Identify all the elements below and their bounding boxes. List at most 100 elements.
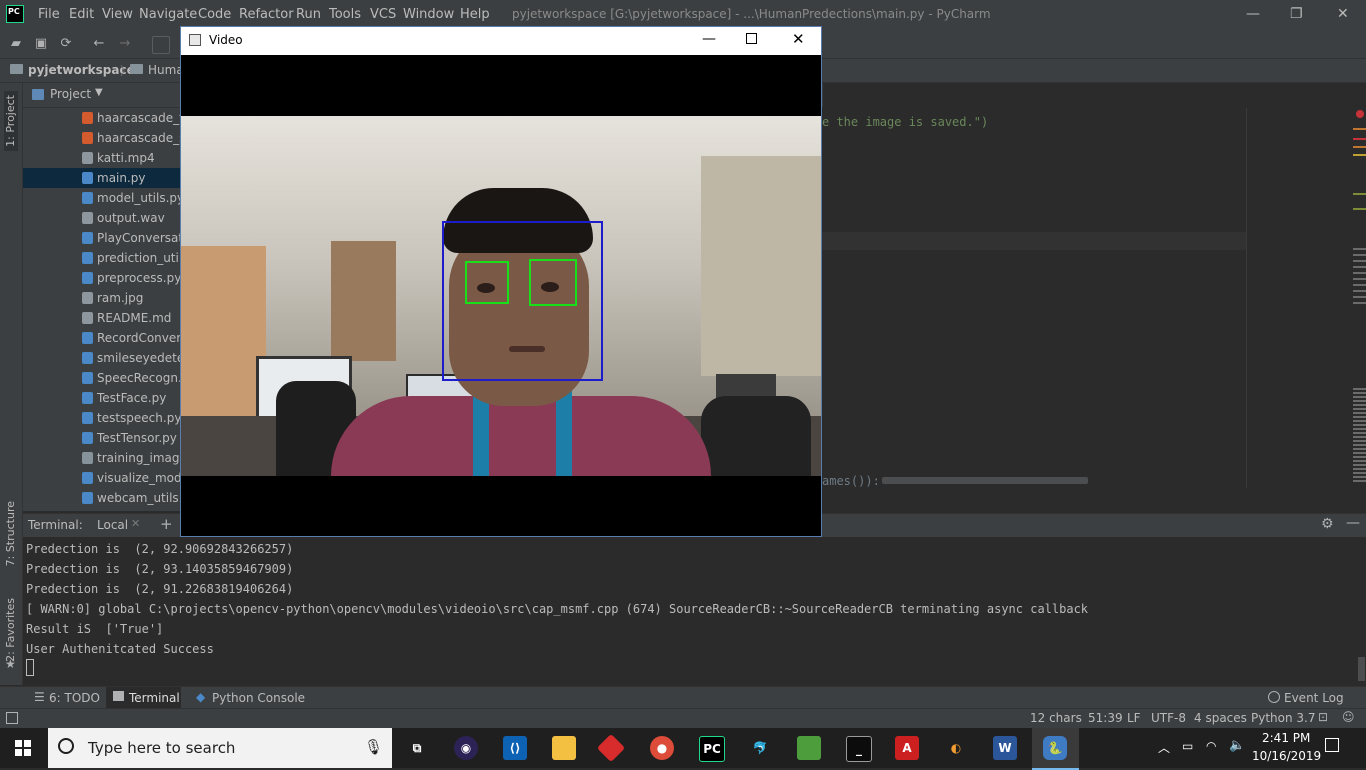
close-tab-icon[interactable]: ✕	[131, 517, 140, 530]
pycharm-icon[interactable]: PC	[699, 736, 725, 762]
close-icon[interactable]: ✕	[1337, 6, 1349, 22]
python-console-tab[interactable]: Python Console	[212, 691, 305, 705]
warning-marker[interactable]	[1353, 146, 1366, 148]
inspector-icon[interactable]: ☺	[1342, 710, 1355, 724]
open-folder-icon[interactable]: ▰	[8, 36, 24, 52]
breadcrumb-child[interactable]: Huma	[148, 63, 184, 77]
menu-refactor[interactable]: Refactor	[239, 7, 294, 22]
gear-icon[interactable]: ⚙	[1321, 516, 1334, 532]
add-terminal-icon[interactable]: +	[160, 515, 173, 533]
file-tree-item[interactable]: preprocess.py	[23, 268, 180, 288]
caret-position[interactable]: 51:39	[1088, 711, 1123, 725]
python-interpreter[interactable]: Python 3.7	[1251, 711, 1316, 725]
toggle-tool-windows-icon[interactable]	[6, 712, 18, 724]
file-tree-item[interactable]: training_images	[23, 448, 180, 468]
windows-start-icon[interactable]	[15, 740, 31, 756]
network-icon[interactable]: ▭	[1182, 739, 1193, 753]
menu-window[interactable]: Window	[403, 7, 454, 22]
project-tool-tab[interactable]: 1: Project	[4, 95, 17, 147]
terminal-tab-local[interactable]: Local	[97, 518, 128, 532]
word-icon[interactable]: W	[993, 736, 1017, 760]
terminal-tab[interactable]: Terminal	[129, 691, 180, 705]
vscode-icon[interactable]: ⟨⟩	[503, 736, 527, 760]
maximize-icon[interactable]	[746, 33, 757, 44]
error-marker[interactable]	[1353, 138, 1366, 140]
warning-marker[interactable]	[1353, 154, 1366, 156]
horizontal-scrollbar[interactable]	[882, 477, 1088, 484]
file-encoding[interactable]: UTF-8	[1151, 711, 1186, 725]
save-icon[interactable]: ▣	[33, 36, 49, 52]
clock-date[interactable]: 10/16/2019	[1252, 749, 1321, 763]
favorites-tool-tab[interactable]: 2: Favorites	[4, 598, 17, 662]
taskbar-search-box[interactable]: Type here to search 🎙	[48, 728, 392, 768]
notifications-icon[interactable]	[1325, 738, 1339, 752]
indent-setting[interactable]: 4 spaces	[1194, 711, 1247, 725]
file-tree-item[interactable]: prediction_utils	[23, 248, 180, 268]
marker[interactable]	[1353, 208, 1366, 210]
menu-navigate[interactable]: Navigate	[139, 7, 197, 22]
breadcrumb-root[interactable]: pyjetworkspace	[28, 63, 135, 77]
file-tree-item[interactable]: ram.jpg	[23, 288, 180, 308]
menu-edit[interactable]: Edit	[69, 7, 94, 22]
minimize-icon[interactable]: —	[702, 31, 716, 47]
chevron-up-icon[interactable]: ︿	[1158, 739, 1170, 756]
line-separator[interactable]: LF	[1127, 711, 1141, 725]
lock-icon[interactable]: ⊡	[1318, 710, 1328, 724]
file-tree-item[interactable]: TestTensor.py	[23, 428, 180, 448]
file-tree-item[interactable]: testspeech.py	[23, 408, 180, 428]
structure-tool-tab[interactable]: 7: Structure	[4, 501, 17, 566]
eclipse-icon[interactable]: ◉	[454, 736, 478, 760]
minimize-icon[interactable]: —	[1246, 6, 1260, 22]
file-tree-item[interactable]: PlayConversatio	[23, 228, 180, 248]
volume-icon[interactable]: 🔈	[1229, 738, 1245, 753]
python-icon[interactable]: 🐍	[1043, 736, 1067, 760]
file-tree-item[interactable]: RecordConversa	[23, 328, 180, 348]
run-config-icon[interactable]	[152, 36, 170, 54]
file-tree-item[interactable]: TestFace.py	[23, 388, 180, 408]
close-icon[interactable]: ✕	[792, 30, 805, 48]
wifi-icon[interactable]: ◠	[1206, 739, 1216, 753]
file-tree-item[interactable]: main.py	[23, 168, 180, 188]
app-icon[interactable]	[596, 733, 626, 763]
file-tree-item[interactable]: output.wav	[23, 208, 180, 228]
file-tree-item[interactable]: haarcascade_fro	[23, 108, 180, 128]
notepad-icon[interactable]	[797, 736, 821, 760]
warning-marker[interactable]	[1353, 128, 1366, 130]
menu-help[interactable]: Help	[460, 7, 490, 22]
acrobat-icon[interactable]: A	[895, 736, 919, 760]
file-tree-item[interactable]: katti.mp4	[23, 148, 180, 168]
app-icon[interactable]: ◐	[944, 736, 968, 760]
file-explorer-icon[interactable]	[552, 736, 576, 760]
menu-file[interactable]: File	[38, 7, 60, 22]
event-log-tab[interactable]: Event Log	[1284, 691, 1344, 705]
back-arrow-icon[interactable]: ←	[91, 36, 107, 52]
code-editor[interactable]: e the image is saved.") ames()):	[822, 108, 1246, 488]
file-tree-item[interactable]: visualize_model	[23, 468, 180, 488]
vertical-scrollbar[interactable]	[1358, 657, 1365, 681]
todo-tab[interactable]: 6: TODO	[49, 691, 100, 705]
menu-vcs[interactable]: VCS	[370, 7, 396, 22]
file-tree-item[interactable]: webcam_utils.p	[23, 488, 180, 508]
terminal-output[interactable]: Predection is (2, 92.90692843266257) Pre…	[23, 537, 1366, 685]
file-tree-item[interactable]: README.md	[23, 308, 180, 328]
mysql-workbench-icon[interactable]: 🐬	[748, 736, 772, 760]
star-icon[interactable]: ★	[5, 657, 16, 671]
menu-tools[interactable]: Tools	[329, 7, 361, 22]
clock-time[interactable]: 2:41 PM	[1262, 731, 1310, 745]
command-prompt-icon[interactable]: _	[846, 736, 872, 762]
video-titlebar[interactable]: Video — ✕	[181, 27, 821, 55]
hide-panel-icon[interactable]: —	[1346, 515, 1360, 531]
sync-icon[interactable]: ⟳	[58, 36, 74, 52]
menu-code[interactable]: Code	[198, 7, 231, 22]
project-view-selector[interactable]: Project	[50, 87, 91, 101]
chevron-down-icon[interactable]: ▼	[95, 87, 103, 98]
error-indicator-icon[interactable]	[1356, 110, 1364, 118]
video-window[interactable]: Video — ✕	[180, 26, 822, 537]
marker[interactable]	[1353, 193, 1366, 195]
forward-arrow-icon[interactable]: →	[117, 36, 133, 52]
chrome-icon[interactable]: ●	[650, 736, 674, 760]
menu-run[interactable]: Run	[296, 7, 321, 22]
task-view-icon[interactable]: ⧉	[405, 736, 429, 760]
microphone-icon[interactable]: 🎙	[364, 738, 383, 756]
restore-icon[interactable]: ❐	[1290, 6, 1303, 22]
